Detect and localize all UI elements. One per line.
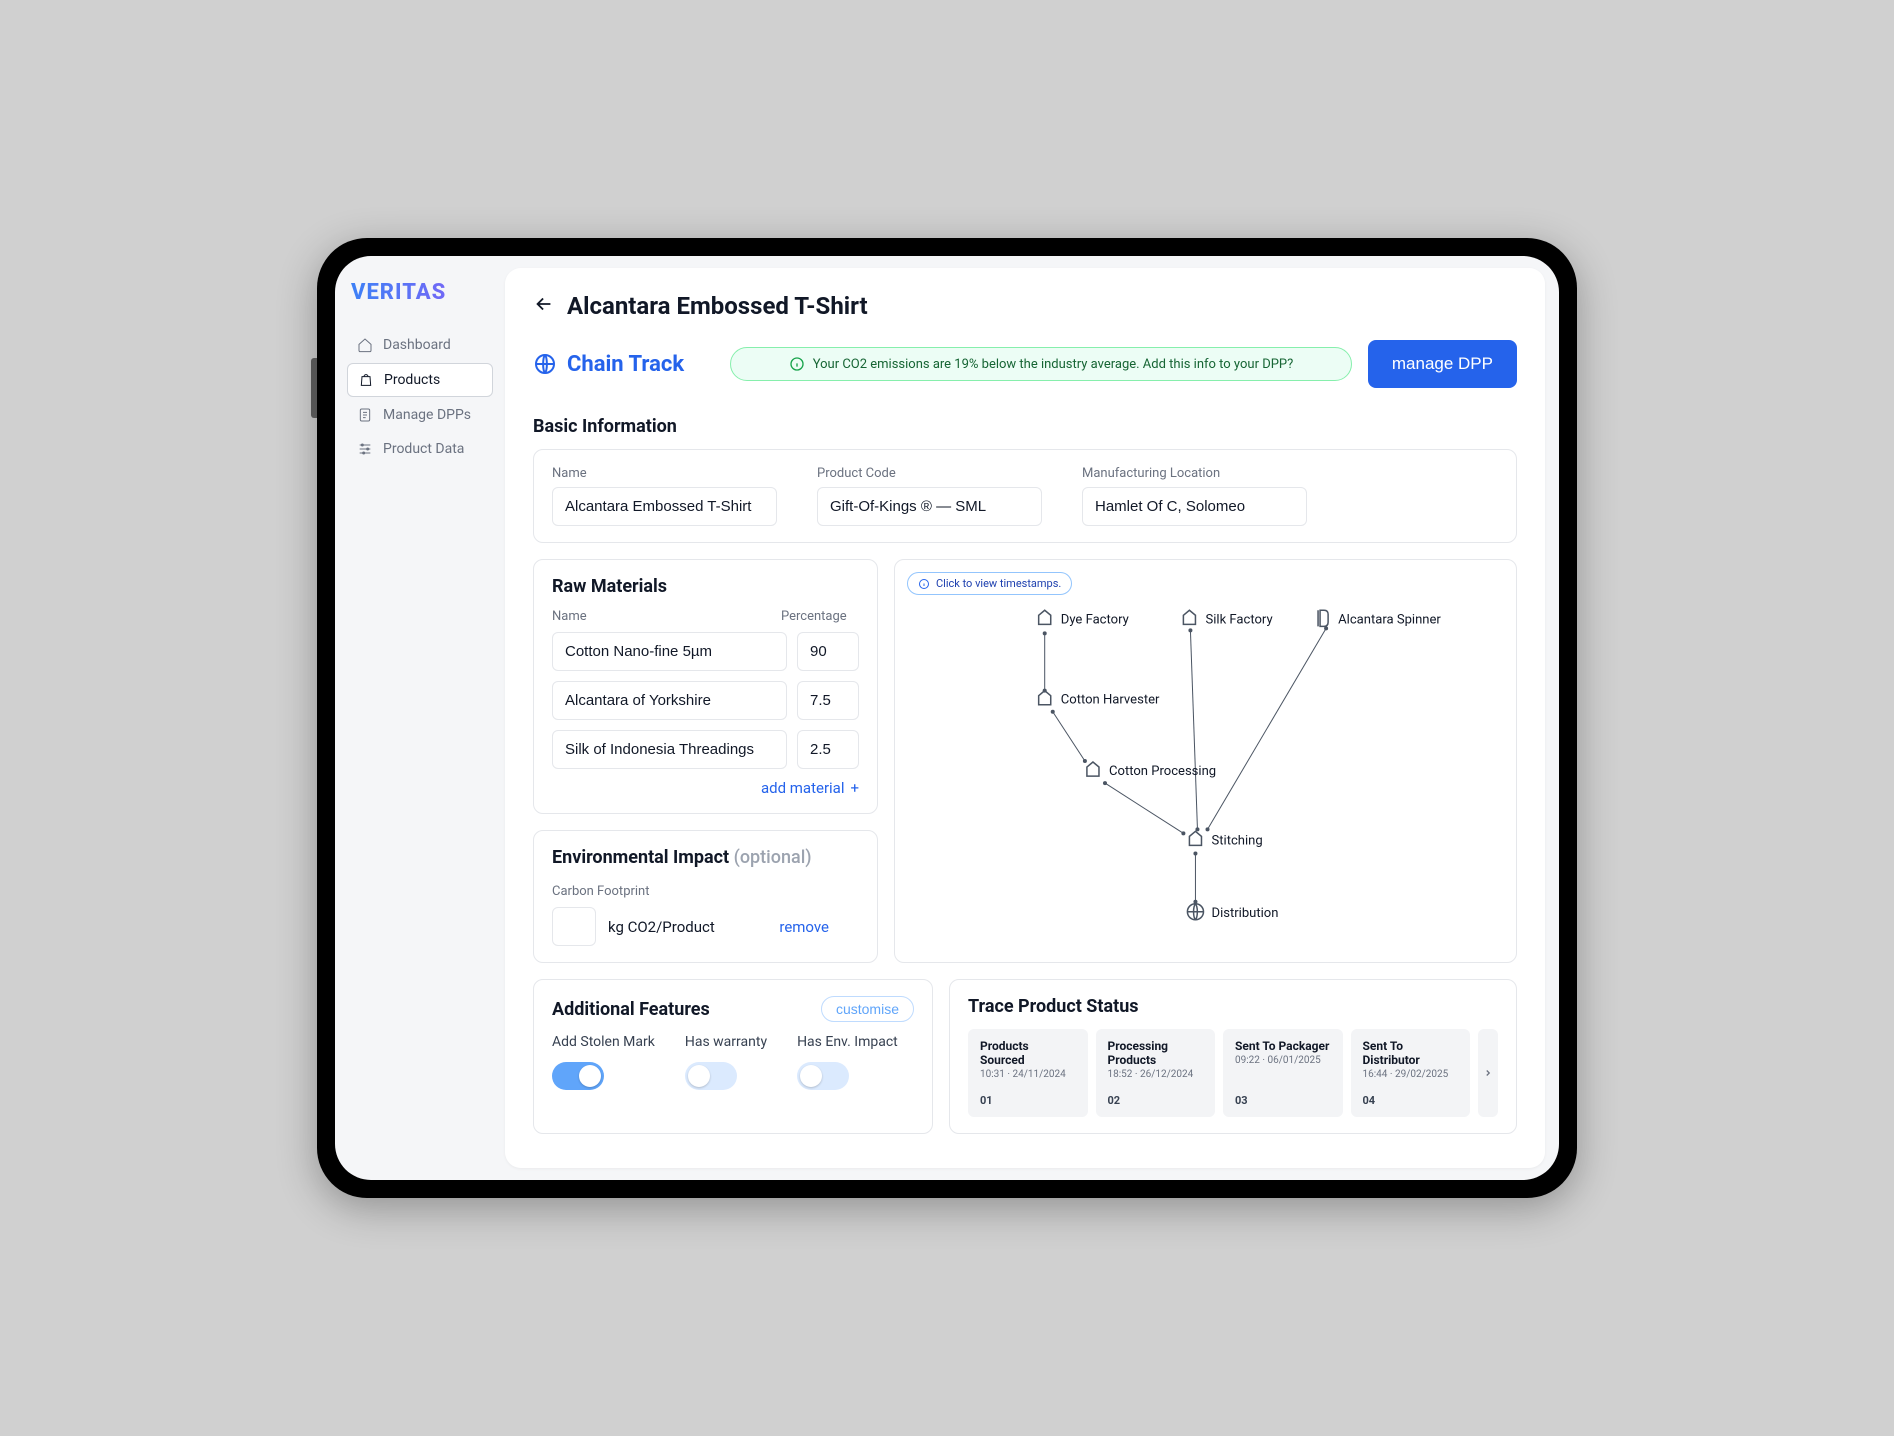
- diagram-node-stitching[interactable]: Stitching: [1189, 831, 1262, 848]
- chevron-right-icon: [1483, 1068, 1493, 1078]
- material-pct-col: Percentage: [781, 609, 859, 624]
- co2-banner[interactable]: Your CO2 emissions are 19% below the ind…: [730, 347, 1352, 381]
- material-name-input[interactable]: [552, 632, 787, 671]
- trace-status-card: Trace Product Status Products Sourced 10…: [949, 979, 1517, 1134]
- svg-text:Cotton Harvester: Cotton Harvester: [1061, 693, 1160, 708]
- svg-text:Dye Factory: Dye Factory: [1061, 612, 1130, 627]
- toggle-stolen-label: Add Stolen Mark: [552, 1034, 655, 1050]
- env-impact-heading: Environmental Impact (optional): [552, 847, 859, 868]
- add-material-button[interactable]: add material +: [552, 779, 859, 797]
- svg-text:Alcantara Spinner: Alcantara Spinner: [1338, 612, 1441, 627]
- location-input[interactable]: [1082, 487, 1307, 526]
- home-icon: [357, 337, 373, 353]
- svg-text:Stitching: Stitching: [1212, 833, 1263, 848]
- sidebar-item-dashboard[interactable]: Dashboard: [347, 329, 493, 361]
- location-label: Manufacturing Location: [1082, 466, 1307, 481]
- material-name-input[interactable]: [552, 730, 787, 769]
- section-label: Chain Track: [533, 352, 684, 377]
- sidebar-item-label: Product Data: [383, 441, 464, 457]
- toggle-env-label: Has Env. Impact: [797, 1034, 898, 1050]
- document-icon: [357, 407, 373, 423]
- basic-info-card: Name Product Code Manufacturing Location: [533, 449, 1517, 543]
- raw-materials-heading: Raw Materials: [552, 576, 859, 597]
- diagram-node-silk[interactable]: Silk Factory: [1183, 610, 1273, 627]
- basic-info-heading: Basic Information: [533, 416, 1517, 437]
- globe-icon: [533, 352, 557, 376]
- svg-text:Distribution: Distribution: [1212, 906, 1279, 921]
- material-name-input[interactable]: [552, 681, 787, 720]
- diagram-node-dye[interactable]: Dye Factory: [1039, 610, 1130, 627]
- carbon-footprint-input[interactable]: [552, 907, 596, 946]
- product-code-input[interactable]: [817, 487, 1042, 526]
- name-label: Name: [552, 466, 777, 481]
- svg-text:Cotton Processing: Cotton Processing: [1109, 764, 1216, 779]
- material-pct-input[interactable]: [797, 681, 859, 720]
- carbon-footprint-label: Carbon Footprint: [552, 884, 650, 899]
- remove-button[interactable]: remove: [779, 918, 829, 936]
- code-label: Product Code: [817, 466, 1042, 481]
- trace-card[interactable]: Processing Products 18:52 · 26/12/2024 0…: [1096, 1029, 1216, 1117]
- material-pct-input[interactable]: [797, 730, 859, 769]
- logo: VERITAS: [347, 280, 493, 305]
- material-pct-input[interactable]: [797, 632, 859, 671]
- bag-icon: [358, 372, 374, 388]
- page-title: Alcantara Embossed T-Shirt: [567, 292, 868, 320]
- trace-heading: Trace Product Status: [968, 996, 1498, 1017]
- diagram-node-alcantara[interactable]: Alcantara Spinner: [1318, 610, 1441, 627]
- toggle-stolen[interactable]: [552, 1062, 604, 1090]
- toggle-env[interactable]: [797, 1062, 849, 1090]
- trace-card[interactable]: Sent To Distributor 16:44 · 29/02/2025 0…: [1351, 1029, 1471, 1117]
- diagram-node-distribution[interactable]: Distribution: [1187, 904, 1278, 921]
- diagram-node-harvester[interactable]: Cotton Harvester: [1039, 691, 1160, 708]
- additional-features-card: Additional Features customise Add Stolen…: [533, 979, 933, 1134]
- trace-card[interactable]: Products Sourced 10:31 · 24/11/2024 01: [968, 1029, 1088, 1117]
- manage-dpp-button[interactable]: manage DPP: [1368, 340, 1517, 388]
- env-impact-card: Environmental Impact (optional) Carbon F…: [533, 830, 878, 963]
- back-button[interactable]: [533, 293, 555, 319]
- raw-materials-card: Raw Materials Name Percentage: [533, 559, 878, 814]
- sidebar-item-label: Manage DPPs: [383, 407, 471, 423]
- arrow-left-icon: [533, 293, 555, 315]
- name-input[interactable]: [552, 487, 777, 526]
- sidebar: VERITAS Dashboard Products Manage DPPs P…: [335, 256, 505, 1180]
- sliders-icon: [357, 441, 373, 457]
- features-heading: Additional Features: [552, 999, 710, 1020]
- plus-icon: +: [850, 779, 859, 797]
- sidebar-item-products[interactable]: Products: [347, 363, 493, 397]
- svg-text:Silk Factory: Silk Factory: [1206, 612, 1274, 627]
- trace-card[interactable]: Sent To Packager 09:22 · 06/01/2025 03: [1223, 1029, 1343, 1117]
- toggle-warranty-label: Has warranty: [685, 1034, 767, 1050]
- material-name-col: Name: [552, 609, 769, 624]
- supply-chain-diagram: Click to view timestamps. Dye Factory Si…: [894, 559, 1517, 963]
- diagram-svg: Dye Factory Silk Factory Alcantara Spinn…: [895, 560, 1516, 962]
- customise-button[interactable]: customise: [821, 996, 914, 1022]
- sidebar-item-product-data[interactable]: Product Data: [347, 433, 493, 465]
- trace-next-button[interactable]: [1478, 1029, 1498, 1117]
- info-icon: [789, 356, 805, 372]
- sidebar-item-label: Products: [384, 372, 440, 388]
- sidebar-item-label: Dashboard: [383, 337, 451, 353]
- diagram-node-processing[interactable]: Cotton Processing: [1087, 762, 1216, 779]
- main-panel: Alcantara Embossed T-Shirt Chain Track Y…: [505, 268, 1545, 1168]
- sidebar-item-manage-dpps[interactable]: Manage DPPs: [347, 399, 493, 431]
- carbon-unit: kg CO2/Product: [608, 918, 715, 936]
- toggle-warranty[interactable]: [685, 1062, 737, 1090]
